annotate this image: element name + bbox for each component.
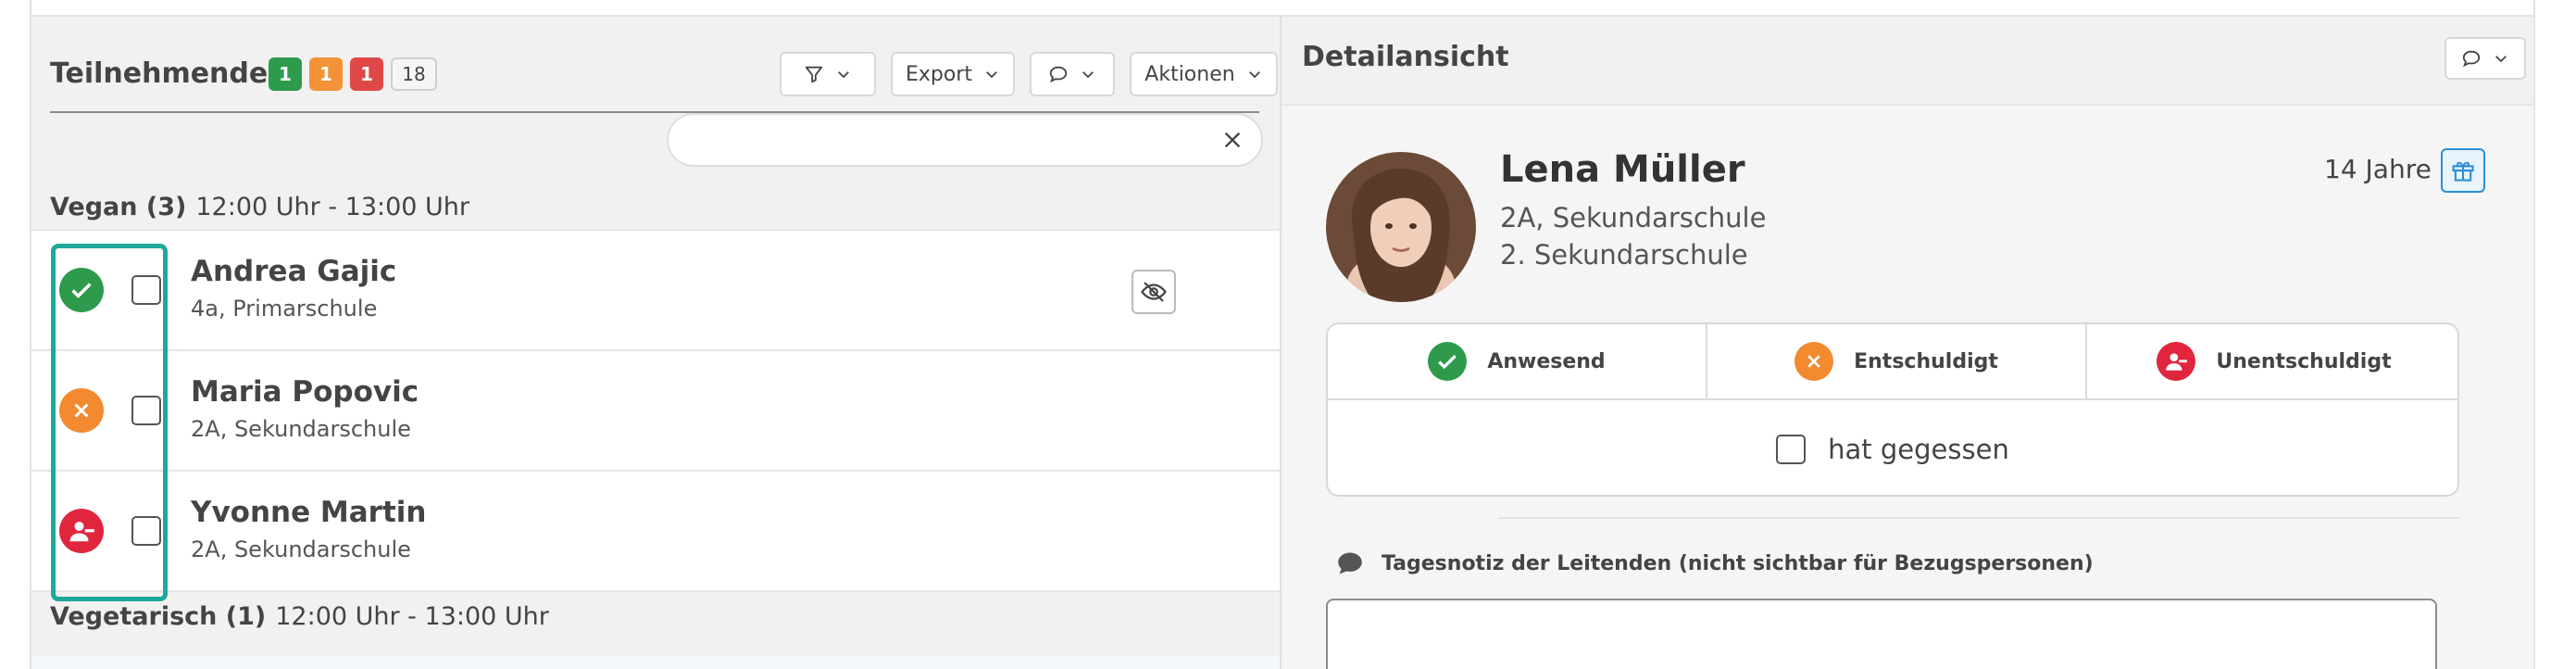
comment-button[interactable] [1030, 52, 1115, 96]
top-strip [30, 0, 2535, 17]
birthday-button[interactable] [2441, 148, 2485, 193]
list-item-partial[interactable] [31, 656, 1280, 669]
comment-icon [1338, 552, 1362, 574]
group-time: 12:00 Uhr - 13:00 Uhr [195, 192, 470, 221]
comment-icon [1049, 66, 1068, 83]
user-minus-icon [2157, 342, 2196, 381]
detail-comment-button[interactable] [2445, 37, 2526, 80]
chevron-down-icon [838, 71, 849, 79]
filter-icon [805, 66, 823, 83]
participant-class: 4a, Primarschule [191, 296, 378, 322]
avatar [1326, 152, 1476, 302]
participant-class: 2A, Sekundarschule [191, 536, 411, 562]
excused-count-badge: 1 [309, 57, 343, 91]
group-header-vegan: Vegan (3) 12:00 Uhr - 13:00 Uhr [50, 183, 469, 230]
attendance-selector: Anwesend Entschuldigt Unentschuldigt hat… [1326, 322, 2459, 497]
ate-label: hat gegessen [1828, 434, 2009, 465]
present-count-badge: 1 [269, 57, 302, 91]
list-item[interactable]: Andrea Gajic 4a, Primarschule [31, 231, 1280, 351]
actions-button[interactable]: Aktionen [1130, 52, 1278, 96]
export-label: Export [905, 62, 972, 86]
participant-class: 2A, Sekundarschule [191, 416, 411, 442]
excused-label: Entschuldigt [1854, 349, 1998, 373]
comment-icon [2462, 50, 2481, 68]
hidden-toggle-button[interactable] [1132, 270, 1176, 314]
chevron-down-icon [1248, 71, 1260, 79]
note-label-text: Tagesnotiz der Leitenden (nicht sichtbar… [1382, 551, 2094, 575]
person-school: 2. Sekundarschule [1500, 239, 1748, 271]
list-item[interactable]: Yvonne Martin 2A, Sekundarschule [31, 472, 1280, 592]
close-icon[interactable] [1222, 130, 1243, 150]
note-label: Tagesnotiz der Leitenden (nicht sichtbar… [1335, 550, 2094, 576]
export-button[interactable]: Export [891, 52, 1015, 96]
participants-header: Teilnehmende 1 1 1 18 Export Aktionen [50, 33, 1278, 113]
chevron-down-icon [1082, 71, 1094, 79]
group-name: Vegan (3) [50, 192, 187, 221]
present-option[interactable]: Anwesend [1328, 324, 1707, 400]
search-input[interactable] [667, 113, 1263, 167]
detail-title: Detailansicht [1302, 41, 1509, 73]
panel-title: Teilnehmende [50, 57, 269, 90]
excused-option[interactable]: Entschuldigt [1707, 324, 2087, 400]
participant-list: Andrea Gajic 4a, Primarschule Maria Popo… [31, 229, 1280, 592]
detail-panel: Detailansicht Lena Müller 2A, Sekundarsc… [1280, 17, 2535, 669]
participant-name: Yvonne Martin [191, 496, 427, 529]
divider [1498, 517, 2459, 519]
unexcused-label: Unentschuldigt [2216, 349, 2392, 373]
chevron-down-icon [2495, 56, 2507, 63]
check-icon [1428, 342, 1468, 381]
unexcused-option[interactable]: Unentschuldigt [2087, 324, 2457, 400]
actions-label: Aktionen [1144, 62, 1235, 86]
total-count-badge: 18 [391, 57, 437, 91]
note-textarea[interactable] [1326, 599, 2437, 669]
group-name: Vegetarisch (1) [50, 601, 267, 631]
gift-icon [2452, 161, 2474, 182]
filter-button[interactable] [780, 52, 876, 96]
list-item[interactable]: Maria Popovic 2A, Sekundarschule [31, 351, 1280, 472]
participant-name: Andrea Gajic [191, 255, 397, 288]
unexcused-count-badge: 1 [350, 57, 383, 91]
person-class: 2A, Sekundarschule [1500, 202, 1767, 234]
ate-toggle[interactable]: hat gegessen [1328, 402, 2457, 495]
chevron-down-icon [986, 71, 997, 79]
participants-panel: Teilnehmende 1 1 1 18 Export Aktionen Ve… [30, 17, 1280, 669]
person-age: 14 Jahre [2324, 154, 2432, 184]
participant-name: Maria Popovic [191, 375, 419, 409]
group-time: 12:00 Uhr - 13:00 Uhr [275, 601, 549, 631]
ate-checkbox[interactable] [1776, 435, 1807, 464]
detail-header: Detailansicht [1282, 17, 2533, 106]
x-icon [1794, 342, 1834, 381]
status-column-highlight [51, 244, 168, 601]
eye-off-icon [1141, 282, 1167, 302]
person-name: Lena Müller [1500, 148, 1745, 191]
present-label: Anwesend [1487, 349, 1606, 373]
